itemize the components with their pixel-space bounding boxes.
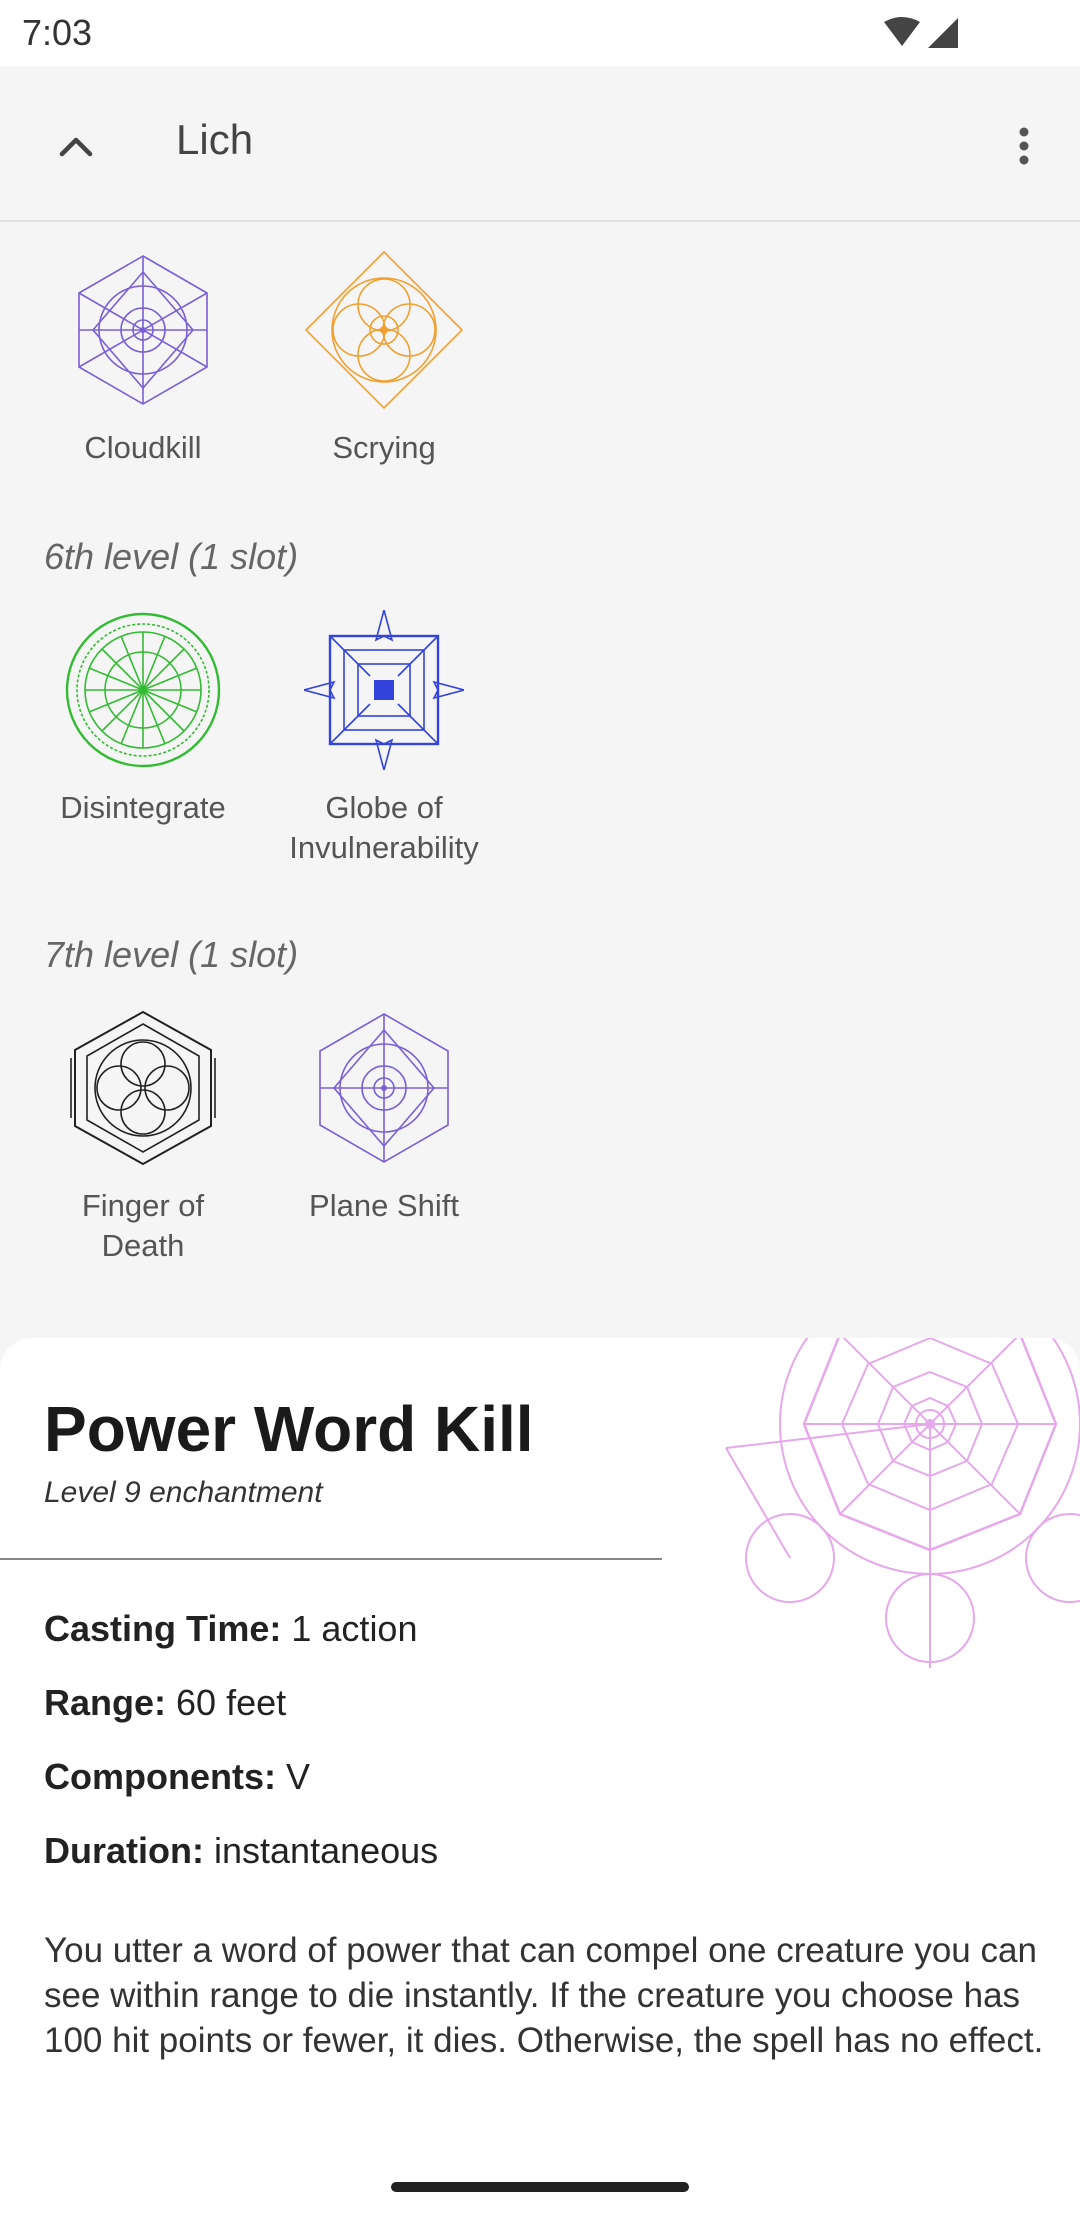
- spell-description: You utter a word of power that can compe…: [44, 1931, 1044, 2060]
- status-time: 7:03: [22, 12, 93, 53]
- spell-name: Finger of Death: [23, 1186, 263, 1266]
- necromancy-sigil-icon: [70, 1010, 216, 1166]
- spell-tile-globe-of-invulnerability[interactable]: Globe of Invulnerability: [264, 610, 504, 868]
- conjuration-sigil-icon: [319, 1013, 449, 1163]
- wifi-signal-icon: [884, 17, 958, 48]
- more-vert-icon[interactable]: [988, 110, 1060, 182]
- transmutation-sigil-icon: [65, 612, 221, 768]
- spell-list: Cloudkill Scrying 6th level (1 slot) Dis…: [0, 224, 1080, 1340]
- range-value: 60 feet: [176, 1682, 287, 1723]
- spell-tile-finger-of-death[interactable]: Finger of Death: [23, 1008, 263, 1266]
- level-header-7th: 7th level (1 slot): [44, 934, 299, 975]
- duration: Duration: instantaneous: [44, 1830, 438, 1872]
- spell-subtitle: Level 9 enchantment: [44, 1476, 323, 1509]
- conjuration-sigil-icon: [78, 255, 208, 405]
- range: Range: 60 feet: [44, 1682, 286, 1724]
- duration-label: Duration:: [44, 1830, 204, 1871]
- spell-name: Plane Shift: [309, 1188, 459, 1223]
- level-header-6th: 6th level (1 slot): [44, 536, 299, 577]
- app-bar: Lich: [0, 66, 1080, 222]
- spell-tile-scrying[interactable]: Scrying: [264, 250, 504, 468]
- divider: [0, 1558, 662, 1560]
- chevron-up-icon[interactable]: [40, 110, 112, 182]
- status-bar: 7:03: [0, 0, 1080, 66]
- spell-name-line: Death: [101, 1228, 185, 1263]
- spell-name: Scrying: [332, 430, 436, 465]
- components: Components: V: [44, 1756, 310, 1798]
- spell-name-line: Invulnerability: [289, 830, 479, 865]
- spell-name: Cloudkill: [84, 430, 202, 465]
- abjuration-sigil-icon: [304, 610, 464, 770]
- spell-tile-cloudkill[interactable]: Cloudkill: [23, 250, 263, 468]
- range-label: Range:: [44, 1682, 167, 1723]
- spell-detail-sheet[interactable]: Power Word Kill Level 9 enchantment Cast…: [0, 1338, 1080, 2220]
- components-value: V: [286, 1756, 311, 1797]
- enchantment-sigil-icon: [725, 1338, 1080, 1668]
- page-title: Lich: [176, 116, 254, 163]
- casting-time-value: 1 action: [291, 1608, 418, 1649]
- casting-time-label: Casting Time:: [44, 1608, 282, 1649]
- spell-title: Power Word Kill: [44, 1393, 534, 1465]
- spell-name: Globe of Invulnerability: [264, 788, 504, 868]
- components-label: Components:: [44, 1756, 276, 1797]
- spell-name: Disintegrate: [60, 790, 226, 825]
- duration-value: instantaneous: [214, 1830, 439, 1871]
- spell-tile-disintegrate[interactable]: Disintegrate: [23, 610, 263, 828]
- spell-tile-plane-shift[interactable]: Plane Shift: [264, 1008, 504, 1226]
- casting-time: Casting Time: 1 action: [44, 1608, 417, 1650]
- spell-name-line: Finger of: [81, 1188, 205, 1223]
- home-indicator[interactable]: [391, 2182, 689, 2192]
- spell-name-line: Globe of: [325, 790, 443, 825]
- divination-sigil-icon: [304, 250, 464, 410]
